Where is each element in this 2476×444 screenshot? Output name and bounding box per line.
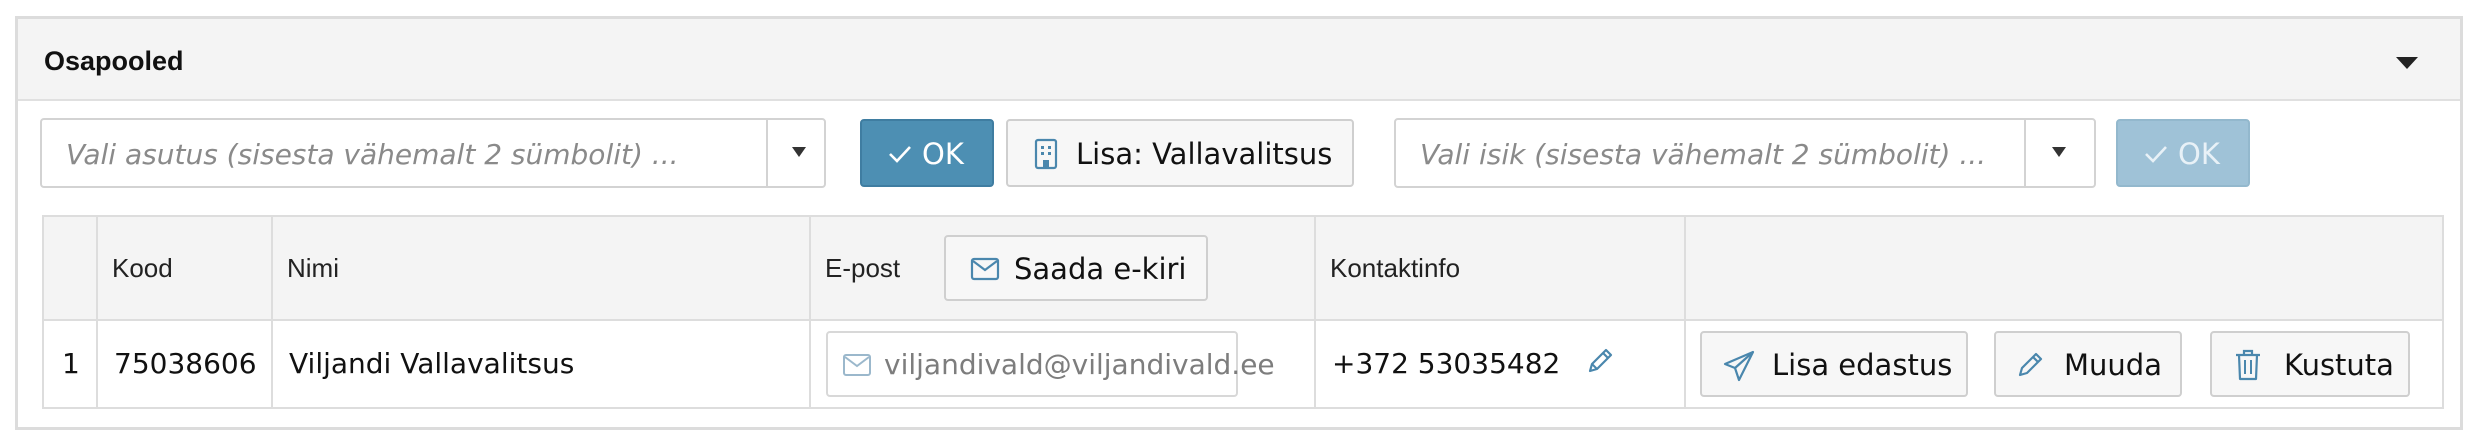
cell-kood: 75038606 [114, 347, 257, 380]
delete-button[interactable]: Kustuta [2210, 331, 2410, 397]
delete-label: Kustuta [2284, 348, 2394, 382]
row-index: 1 [62, 347, 80, 380]
send-email-label: Saada e-kiri [1014, 252, 1187, 286]
envelope-icon [970, 257, 1000, 281]
pencil-icon [2018, 352, 2043, 377]
person-ok-label: OK [2178, 137, 2220, 171]
institution-select-placeholder: Vali asutus (sisesta vähemalt 2 sümbolit… [66, 138, 679, 171]
cell-kontaktinfo: +372 53035482 [1332, 347, 1561, 380]
person-select-placeholder: Vali isik (sisesta vähemalt 2 sümbolit) … [1420, 138, 1987, 171]
forward-label: Lisa edastus [1772, 348, 1953, 382]
column-divider [1314, 217, 1316, 407]
person-ok-button[interactable]: OK [2116, 119, 2250, 187]
check-icon [889, 146, 911, 163]
edit-label: Muuda [2064, 348, 2162, 382]
forward-button[interactable]: Lisa edastus [1700, 331, 1968, 397]
combo-divider [766, 120, 768, 186]
header-epost: E-post [825, 253, 901, 283]
cell-nimi: Viljandi Vallavalitsus [289, 347, 575, 380]
caret-down-icon[interactable] [792, 147, 806, 157]
column-divider [271, 217, 273, 407]
header-kood: Kood [112, 253, 173, 283]
add-vallavalitsus-label: Lisa: Vallavalitsus [1076, 137, 1333, 171]
person-select[interactable]: Vali isik (sisesta vähemalt 2 sümbolit) … [1394, 118, 2096, 188]
cell-email-field[interactable]: viljandivald@viljandivald.ee [826, 331, 1275, 397]
cell-email-value: viljandivald@viljandivald.ee [884, 348, 1275, 381]
osapooled-panel: Osapooled Vali asutus (sisesta vähemalt … [15, 16, 2463, 430]
panel-title: Osapooled [44, 46, 184, 76]
header-kontaktinfo: Kontaktinfo [1330, 253, 1461, 283]
caret-down-icon[interactable] [2396, 57, 2418, 69]
parties-table: Kood Nimi E-post Saada e-kiri Kontaktinf… [42, 215, 2444, 409]
panel-header[interactable]: Osapooled [18, 19, 2460, 101]
header-nimi: Nimi [287, 253, 339, 283]
institution-ok-label: OK [922, 137, 964, 171]
trash-icon [2236, 349, 2260, 381]
caret-down-icon[interactable] [2052, 147, 2066, 157]
column-divider [809, 217, 811, 407]
column-divider [1684, 217, 1686, 407]
column-divider [96, 217, 98, 407]
envelope-icon [843, 354, 871, 376]
combo-divider [2024, 120, 2026, 186]
institution-ok-button[interactable]: OK [860, 119, 994, 187]
send-email-button[interactable]: Saada e-kiri [944, 235, 1208, 301]
table-header [44, 217, 2442, 321]
pencil-icon[interactable] [1584, 345, 1616, 377]
check-icon [2145, 146, 2167, 163]
building-icon [1034, 138, 1058, 170]
paper-plane-icon [1723, 350, 1755, 382]
add-vallavalitsus-button[interactable]: Lisa: Vallavalitsus [1006, 119, 1354, 187]
institution-select[interactable]: Vali asutus (sisesta vähemalt 2 sümbolit… [40, 118, 826, 188]
edit-button[interactable]: Muuda [1994, 331, 2182, 397]
